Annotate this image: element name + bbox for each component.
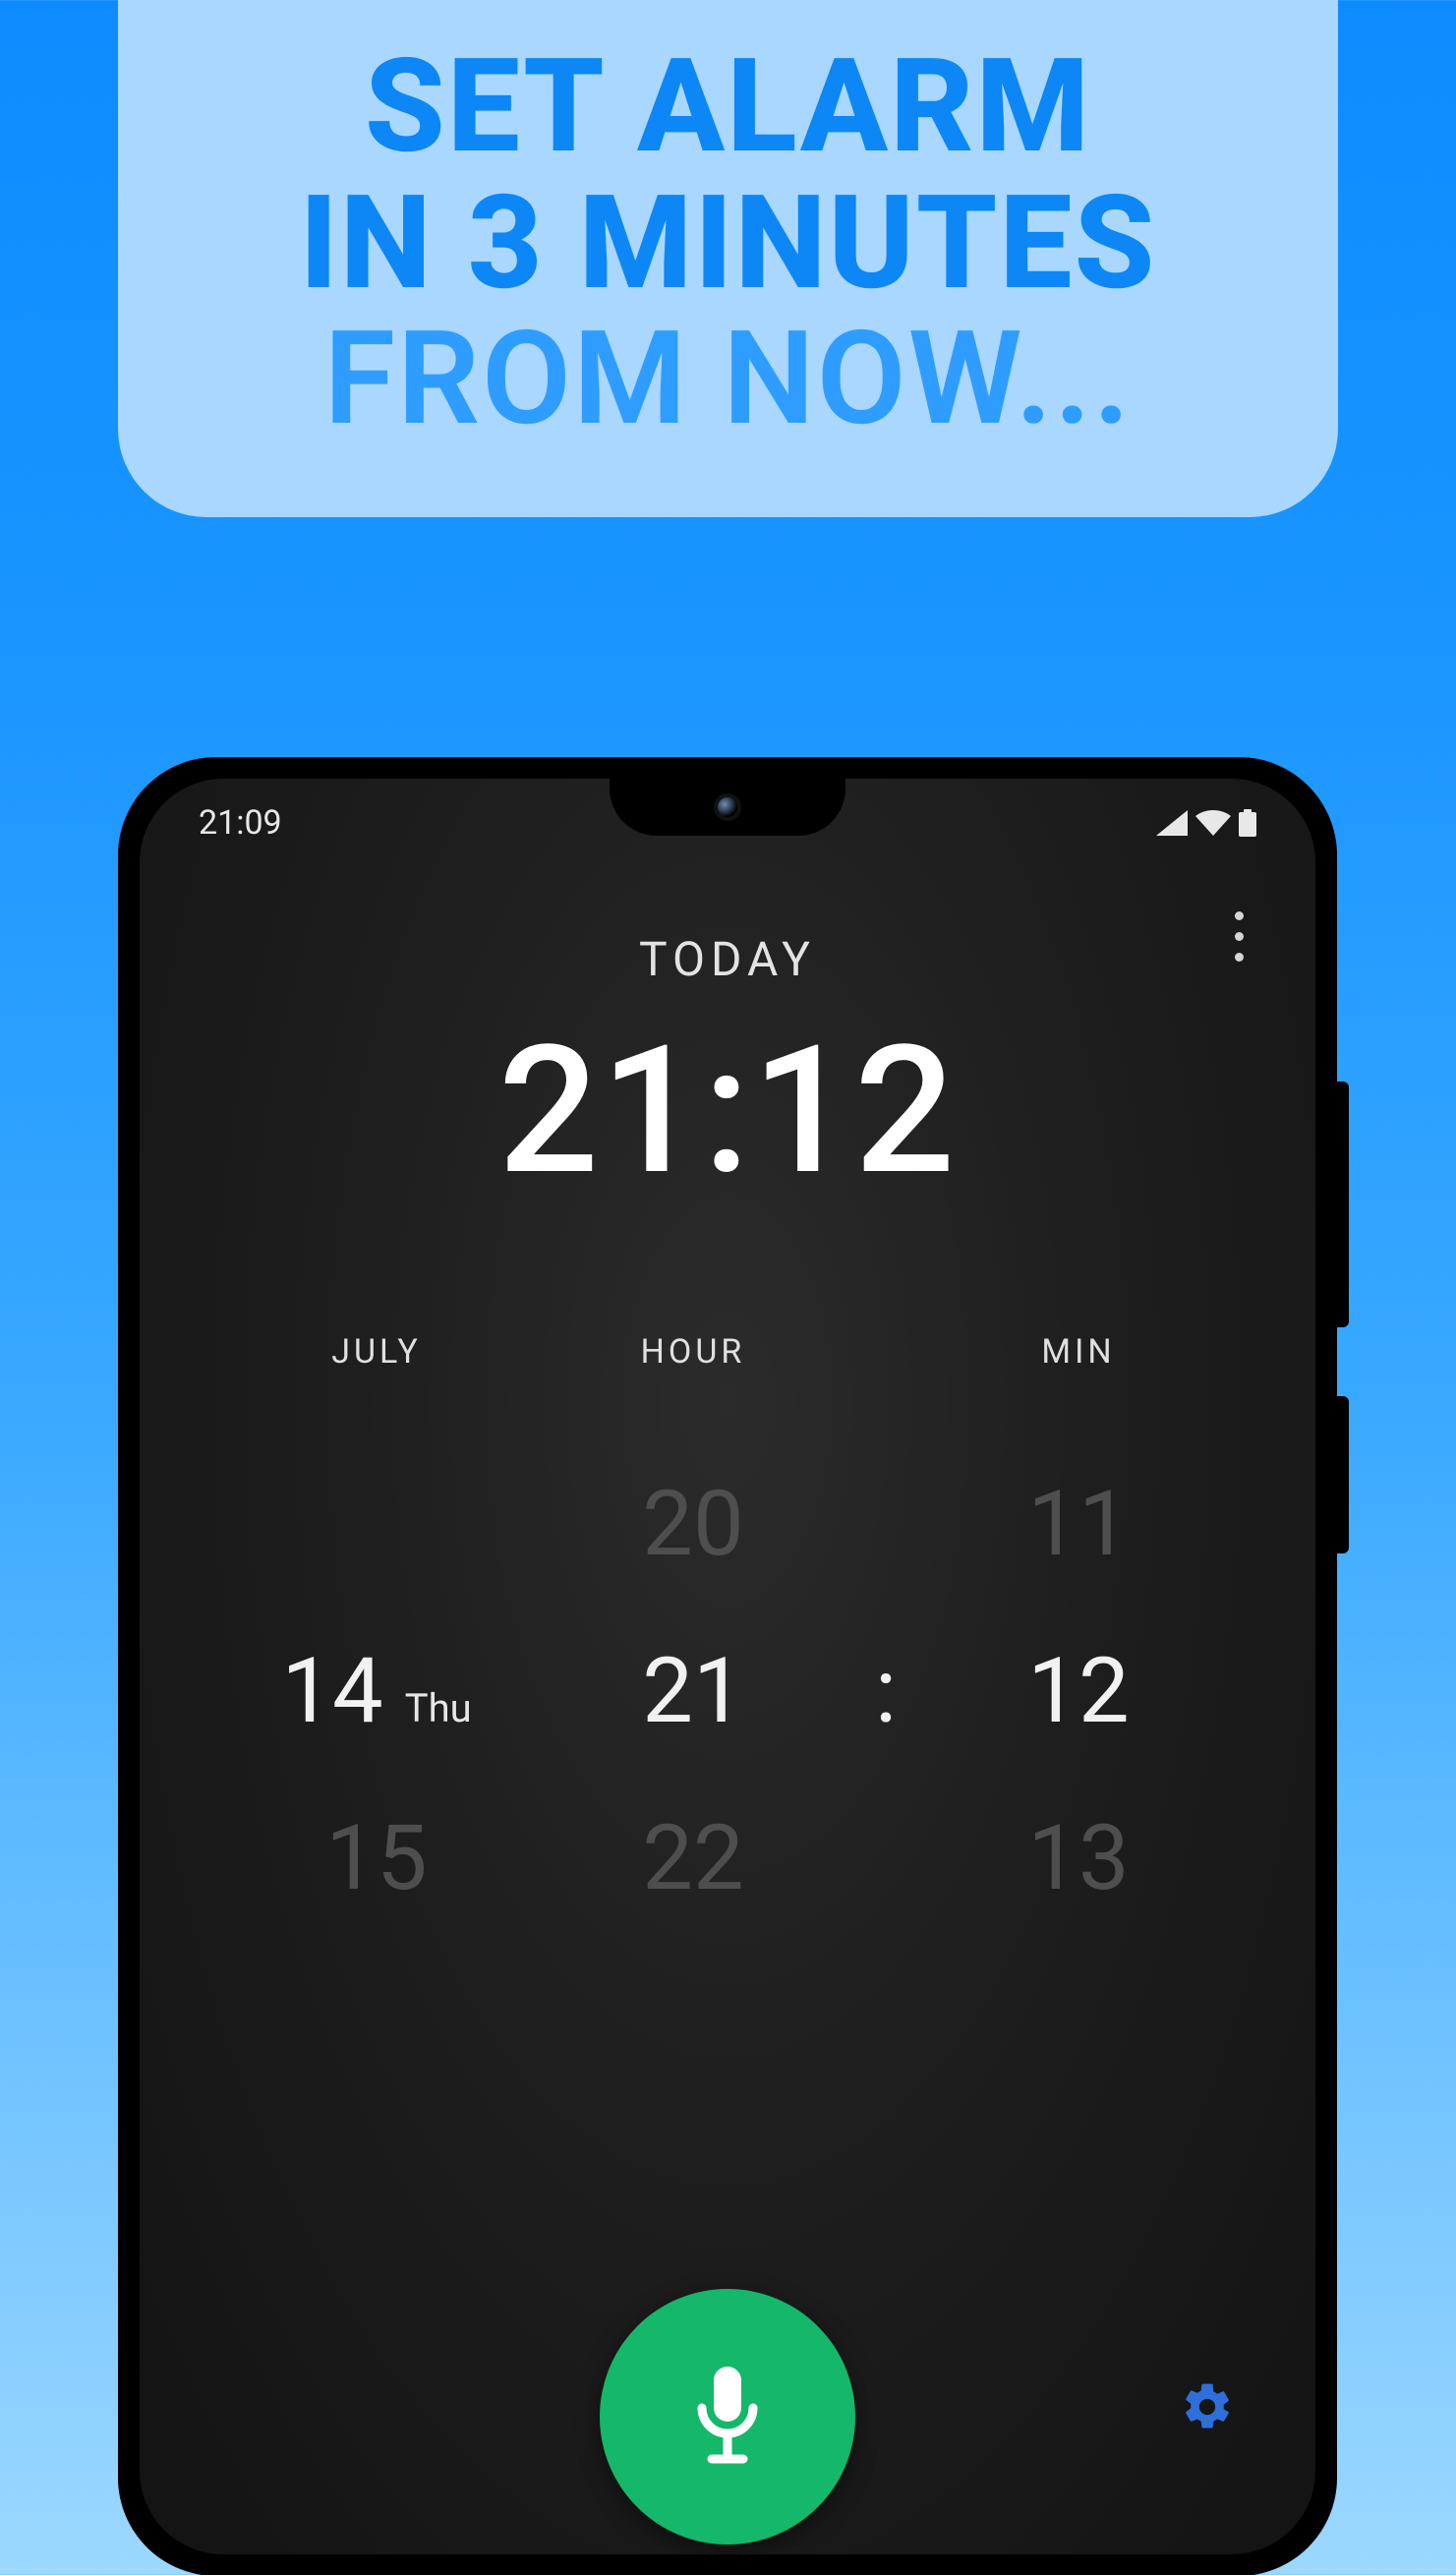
more-vert-icon bbox=[1235, 953, 1244, 962]
picker-column-labels: JULY HOUR MIN bbox=[218, 1332, 1237, 1372]
time-picker: JULY HOUR MIN 20 11 14 Thu 21 : 12 bbox=[140, 1332, 1315, 1942]
banner-line-2: IN 3 MINUTES bbox=[157, 176, 1299, 313]
more-vert-icon bbox=[1235, 932, 1244, 941]
microphone-icon bbox=[688, 2363, 767, 2471]
picker-label-month: JULY bbox=[218, 1332, 535, 1372]
picker-day-name: Thu bbox=[405, 1685, 472, 1731]
picker-min-next: 13 bbox=[920, 1806, 1237, 1911]
picker-min-selected: 12 bbox=[920, 1639, 1237, 1744]
more-vert-icon bbox=[1235, 911, 1244, 920]
picker-row-prev[interactable]: 20 11 bbox=[218, 1440, 1237, 1608]
day-label: TODAY bbox=[140, 931, 1315, 987]
wifi-icon bbox=[1195, 810, 1231, 836]
picker-hour-prev: 20 bbox=[535, 1472, 851, 1577]
picker-colon: : bbox=[851, 1639, 920, 1744]
phone-screen: 21:09 TODAY 21:12 JULY HOUR MIN bbox=[140, 779, 1315, 2554]
picker-row-selected[interactable]: 14 Thu 21 : 12 bbox=[218, 1608, 1237, 1775]
gear-icon bbox=[1180, 2379, 1235, 2434]
phone-side-button bbox=[1337, 1082, 1349, 1327]
promo-banner: SET ALARM IN 3 MINUTES FROM NOW... bbox=[118, 0, 1338, 517]
signal-icon bbox=[1156, 810, 1188, 836]
status-clock: 21:09 bbox=[199, 803, 282, 843]
picker-label-min: MIN bbox=[920, 1332, 1237, 1372]
banner-line-1: SET ALARM bbox=[157, 39, 1299, 176]
settings-button[interactable] bbox=[1168, 2368, 1247, 2446]
status-icons bbox=[1156, 809, 1256, 837]
picker-day-number: 14 bbox=[281, 1639, 382, 1744]
picker-label-hour: HOUR bbox=[535, 1332, 851, 1372]
alarm-time-display: 21:12 bbox=[140, 1007, 1315, 1214]
picker-hour-selected: 21 bbox=[535, 1639, 851, 1744]
picker-day-next: 15 bbox=[218, 1806, 535, 1911]
status-bar: 21:09 bbox=[140, 779, 1315, 867]
phone-side-button bbox=[1337, 1396, 1349, 1553]
phone-frame: 21:09 TODAY 21:12 JULY HOUR MIN bbox=[118, 757, 1337, 2575]
voice-input-button[interactable] bbox=[600, 2289, 855, 2545]
bottom-controls bbox=[140, 2289, 1315, 2554]
picker-min-prev: 11 bbox=[920, 1472, 1237, 1577]
picker-row-next[interactable]: 15 22 13 bbox=[218, 1775, 1237, 1942]
banner-line-3: FROM NOW... bbox=[157, 312, 1299, 448]
overflow-menu-button[interactable] bbox=[1209, 897, 1268, 975]
picker-day-selected: 14 Thu bbox=[218, 1639, 535, 1744]
picker-hour-next: 22 bbox=[535, 1806, 851, 1911]
alarm-header: TODAY 21:12 bbox=[140, 931, 1315, 1214]
battery-icon bbox=[1239, 809, 1256, 837]
